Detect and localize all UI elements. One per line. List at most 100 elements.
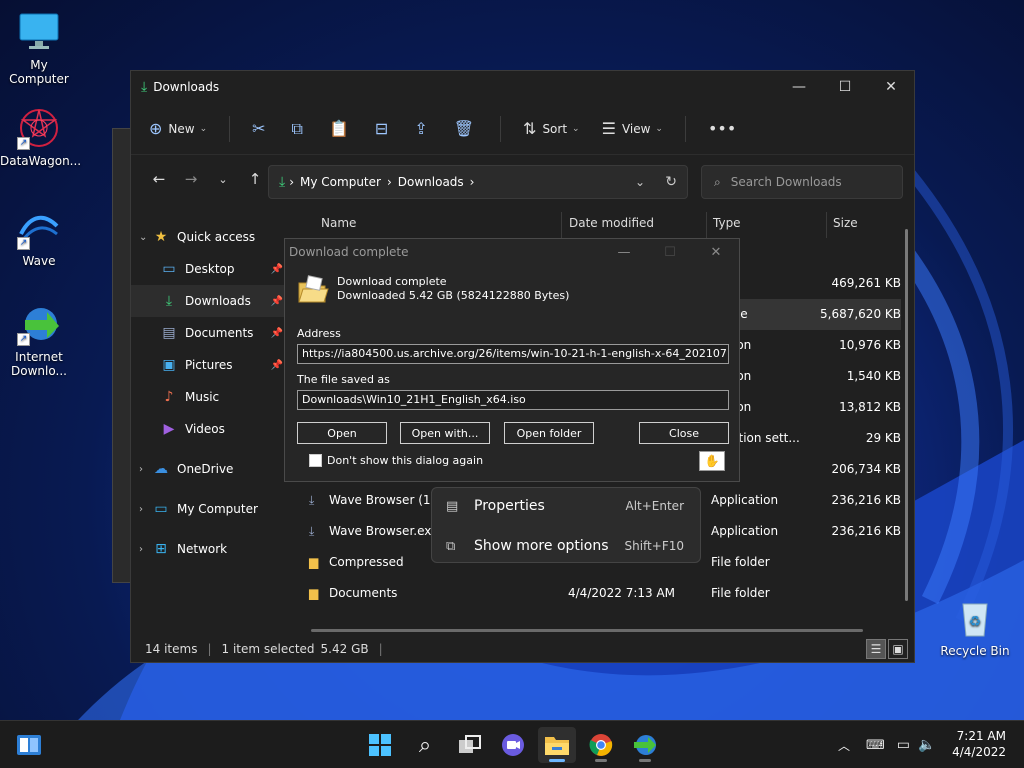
address-bar[interactable]: ⤓ › My Computer › Downloads › ⌄ ↻ bbox=[268, 165, 688, 199]
dont-show-checkbox-row[interactable]: Don't show this dialog again bbox=[309, 454, 483, 467]
search-input[interactable]: ⌕ Search Downloads bbox=[701, 165, 903, 199]
desktop-icon-wave[interactable]: ↗ Wave bbox=[0, 206, 78, 268]
maximize-button[interactable]: ☐ bbox=[822, 71, 868, 103]
column-header-size[interactable]: Size bbox=[833, 206, 858, 240]
download-arrow-icon: ⤓ bbox=[141, 79, 148, 95]
new-button[interactable]: ⊕ New ⌄ bbox=[149, 119, 207, 138]
search-icon: ⌕ bbox=[418, 732, 432, 758]
widgets-icon bbox=[17, 735, 41, 755]
dialog-maximize-button[interactable]: ☐ bbox=[647, 239, 693, 265]
column-divider[interactable] bbox=[561, 212, 562, 238]
clock[interactable]: 7:21 AM 4/4/2022 bbox=[952, 728, 1006, 760]
sidebar-item-downloads[interactable]: ⤓ Downloads 📌 bbox=[131, 285, 289, 317]
close-button[interactable]: ✕ bbox=[868, 71, 914, 103]
sidebar-item-documents[interactable]: ▤ Documents 📌 bbox=[131, 317, 289, 349]
column-divider[interactable] bbox=[706, 212, 707, 238]
file-explorer-taskbar-button[interactable] bbox=[538, 727, 576, 763]
sidebar-item-pictures[interactable]: ▣ Pictures 📌 bbox=[131, 349, 289, 381]
sidebar-item-desktop[interactable]: ▭ Desktop 📌 bbox=[131, 253, 289, 285]
file-name: Wave Browser.exe bbox=[329, 524, 439, 538]
download-complete-dialog[interactable]: Download complete — ☐ ✕ Download complet… bbox=[284, 238, 740, 482]
column-header-date-modified[interactable]: Date modified bbox=[569, 206, 654, 240]
chevron-down-icon[interactable]: ⌄ bbox=[139, 232, 153, 243]
chrome-taskbar-button[interactable] bbox=[582, 727, 620, 763]
tiles-view-icon[interactable]: ▣ bbox=[888, 639, 908, 659]
clock-date: 4/4/2022 bbox=[952, 745, 1006, 759]
keyboard-icon[interactable]: ⌨ bbox=[866, 738, 885, 753]
sidebar-item-music[interactable]: ♪ Music bbox=[131, 381, 289, 413]
desktop-icon-label: Wave bbox=[22, 254, 56, 268]
open-with-button[interactable]: Open with... bbox=[400, 422, 490, 444]
pin-icon[interactable]: 📌 bbox=[271, 264, 283, 275]
desktop-icon-recycle-bin[interactable]: ♻ Recycle Bin bbox=[936, 596, 1014, 658]
more-options-icon[interactable]: ••• bbox=[708, 119, 736, 138]
sidebar-item-videos[interactable]: ▶ Videos bbox=[131, 413, 289, 445]
cut-icon[interactable]: ✂ bbox=[252, 119, 265, 138]
pin-icon[interactable]: 📌 bbox=[271, 360, 283, 371]
open-folder-button[interactable]: Open folder bbox=[504, 422, 594, 444]
dialog-minimize-button[interactable]: — bbox=[601, 239, 647, 265]
sidebar-item-onedrive[interactable]: › ☁ OneDrive bbox=[131, 453, 289, 485]
refresh-icon[interactable]: ↻ bbox=[665, 174, 677, 190]
back-arrow-icon[interactable]: ← bbox=[143, 170, 175, 188]
sidebar-item-my-computer[interactable]: › ▭ My Computer bbox=[131, 493, 289, 525]
forward-arrow-icon[interactable]: → bbox=[175, 170, 207, 188]
breadcrumb-downloads[interactable]: Downloads bbox=[398, 175, 464, 189]
rename-icon[interactable]: ⊟ bbox=[375, 119, 388, 138]
volume-icon[interactable]: 🔈 bbox=[918, 737, 935, 753]
context-menu: ▤ Properties Alt+Enter ⧉ Show more optio… bbox=[431, 487, 701, 563]
desktop-icon-internet-download-manager[interactable]: ↗ Internet Downlo... bbox=[0, 302, 78, 378]
saved-path-field[interactable]: Downloads\Win10_21H1_English_x64.iso bbox=[297, 390, 729, 410]
desktop-icon: ▭ bbox=[162, 261, 176, 277]
teams-chat-button[interactable] bbox=[494, 727, 532, 763]
dialog-close-button[interactable]: ✕ bbox=[693, 239, 739, 265]
context-menu-properties[interactable]: ▤ Properties Alt+Enter bbox=[432, 488, 700, 524]
desktop-icon-datawagon[interactable]: ↗ DataWagon... bbox=[0, 106, 81, 168]
chevron-right-icon[interactable]: › bbox=[139, 544, 153, 555]
column-header-name[interactable]: Name bbox=[321, 206, 356, 240]
task-view-icon bbox=[459, 735, 481, 753]
share-icon[interactable]: ⇪ bbox=[414, 119, 427, 138]
paste-icon[interactable]: 📋 bbox=[329, 119, 349, 138]
search-button[interactable]: ⌕ bbox=[406, 727, 444, 763]
widgets-button[interactable] bbox=[10, 727, 48, 763]
sort-button[interactable]: ⇅ Sort ⌄ bbox=[523, 119, 580, 138]
toolbar-divider bbox=[500, 115, 502, 142]
horizontal-scrollbar[interactable] bbox=[311, 629, 863, 632]
show-hidden-icons-chevron-icon[interactable]: ︿ bbox=[838, 737, 850, 754]
copy-icon[interactable]: ⧉ bbox=[292, 119, 303, 139]
sidebar-item-label: Videos bbox=[185, 422, 225, 436]
up-arrow-icon[interactable]: ↑ bbox=[239, 170, 271, 188]
chevron-down-icon[interactable]: ⌄ bbox=[635, 175, 645, 189]
breadcrumb-my-computer[interactable]: My Computer bbox=[300, 175, 381, 189]
task-view-button[interactable] bbox=[451, 727, 489, 763]
details-view-icon[interactable]: ☰ bbox=[866, 639, 886, 659]
dont-show-checkbox[interactable] bbox=[309, 454, 322, 467]
start-button[interactable] bbox=[361, 727, 399, 763]
recent-locations-chevron-icon[interactable]: ⌄ bbox=[207, 173, 239, 186]
idm-taskbar-button[interactable] bbox=[626, 727, 664, 763]
pin-icon[interactable]: 📌 bbox=[271, 328, 283, 339]
chevron-right-icon[interactable]: › bbox=[139, 504, 153, 515]
desktop-icon-my-computer[interactable]: My Computer bbox=[0, 10, 78, 86]
vertical-scrollbar[interactable] bbox=[905, 229, 908, 601]
sidebar-item-network[interactable]: › ⊞ Network bbox=[131, 533, 289, 565]
table-row[interactable]: ▆ Documents 4/4/2022 7:13 AM File folder bbox=[291, 578, 901, 609]
sidebar-item-quick-access[interactable]: ⌄ ★ Quick access bbox=[131, 221, 289, 253]
context-menu-show-more-options[interactable]: ⧉ Show more options Shift+F10 bbox=[432, 528, 700, 564]
open-button[interactable]: Open bbox=[297, 422, 387, 444]
context-menu-label: Show more options bbox=[474, 538, 609, 554]
close-dialog-button[interactable]: Close bbox=[639, 422, 729, 444]
address-field[interactable]: https://ia804500.us.archive.org/26/items… bbox=[297, 344, 729, 364]
shortcut-arrow-icon: ↗ bbox=[17, 137, 30, 150]
sidebar-item-label: My Computer bbox=[177, 502, 258, 516]
column-divider[interactable] bbox=[826, 212, 827, 238]
pin-icon[interactable]: 📌 bbox=[271, 296, 283, 307]
chevron-right-icon[interactable]: › bbox=[139, 464, 153, 475]
file-size: 5,687,620 KB bbox=[820, 307, 901, 321]
delete-icon[interactable]: 🗑 bbox=[454, 119, 474, 138]
view-button[interactable]: ☰ View ⌄ bbox=[602, 119, 663, 138]
minimize-button[interactable]: — bbox=[776, 71, 822, 103]
network-status-icon[interactable]: ▭ bbox=[897, 737, 910, 753]
column-header-type[interactable]: Type bbox=[713, 206, 741, 240]
